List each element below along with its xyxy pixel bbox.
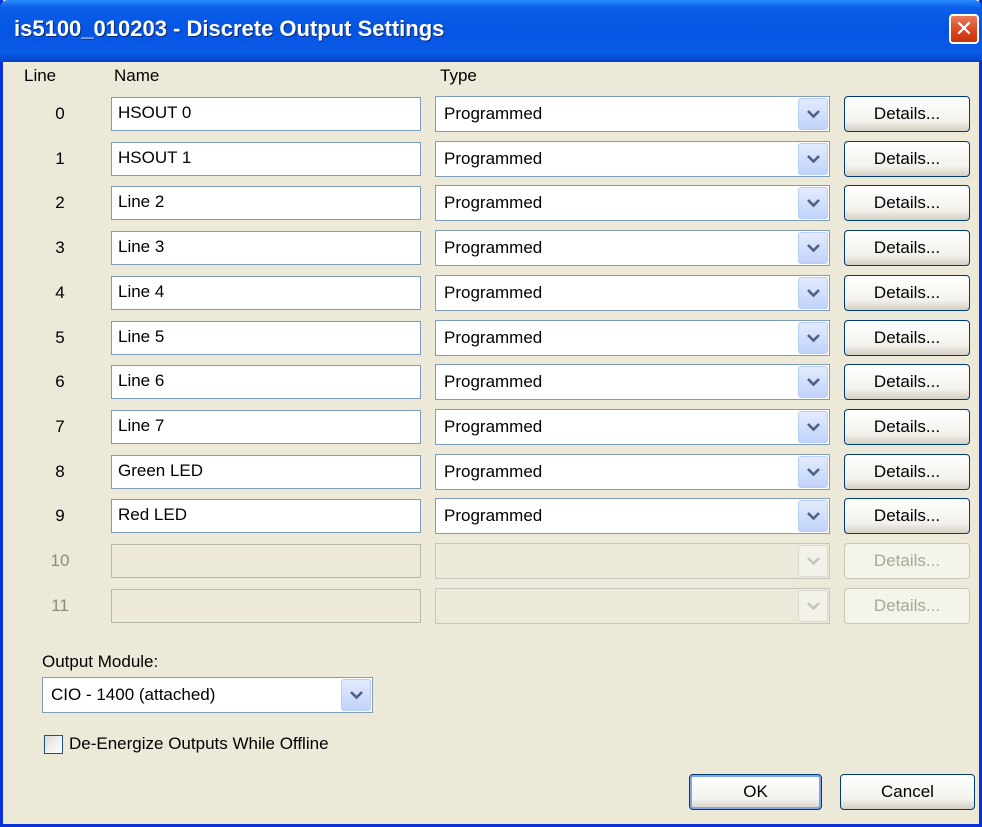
line-number: 3 <box>55 238 65 257</box>
type-column-header: Type <box>440 66 477 85</box>
cancel-button[interactable]: Cancel <box>840 774 975 810</box>
line-name-input[interactable]: Line 5 <box>111 321 421 355</box>
title-bar[interactable]: is5100_010203 - Discrete Output Settings… <box>0 0 982 62</box>
line-number: 4 <box>55 283 65 302</box>
line-name-input[interactable]: Green LED <box>111 455 421 489</box>
line-type-select[interactable]: Programmed <box>435 364 830 400</box>
line-type-select[interactable]: Programmed <box>435 454 830 490</box>
line-number: 10 <box>50 551 70 570</box>
details-button-label: Details... <box>873 193 941 212</box>
line-name-input[interactable]: Line 4 <box>111 276 421 310</box>
details-button-label: Details... <box>873 551 941 570</box>
details-button-label: Details... <box>873 104 941 123</box>
line-number: 2 <box>55 193 65 212</box>
line-type-select <box>435 543 830 579</box>
name-column-header: Name <box>114 66 160 85</box>
chevron-down-icon[interactable] <box>341 679 371 711</box>
chevron-down-icon[interactable] <box>798 187 828 219</box>
chevron-down-icon[interactable] <box>798 322 828 354</box>
line-type-value: Programmed <box>444 506 543 525</box>
line-type-value: Programmed <box>444 104 543 123</box>
details-button[interactable]: Details... <box>844 96 970 132</box>
line-type-value: Programmed <box>444 462 543 481</box>
chevron-down-icon[interactable] <box>798 277 828 309</box>
details-button[interactable]: Details... <box>844 498 970 534</box>
line-type-select[interactable]: Programmed <box>435 498 830 534</box>
line-name-input[interactable]: Line 2 <box>111 186 421 220</box>
chevron-down-icon[interactable] <box>798 411 828 443</box>
line-number: 5 <box>55 328 65 347</box>
details-button-label: Details... <box>873 238 941 257</box>
line-type-value: Programmed <box>444 283 543 302</box>
output-module-select[interactable]: CIO - 1400 (attached) <box>42 677 373 713</box>
line-name-input[interactable]: Line 6 <box>111 365 421 399</box>
line-name-input[interactable]: HSOUT 1 <box>111 142 421 176</box>
line-type-value: Programmed <box>444 372 543 391</box>
line-number: 0 <box>55 104 65 123</box>
line-type-select[interactable]: Programmed <box>435 230 830 266</box>
line-column-header: Line <box>24 66 57 85</box>
chevron-down-icon[interactable] <box>798 232 828 264</box>
dialog-window: is5100_010203 - Discrete Output Settings… <box>0 0 982 827</box>
output-module-label: Output Module: <box>42 652 159 671</box>
chevron-down-icon[interactable] <box>798 143 828 175</box>
details-button-label: Details... <box>873 283 941 302</box>
line-number: 6 <box>55 372 65 391</box>
details-button-label: Details... <box>873 596 941 615</box>
details-button-label: Details... <box>873 462 941 481</box>
line-type-value: Programmed <box>444 149 543 168</box>
details-button: Details... <box>844 588 970 624</box>
details-button-label: Details... <box>873 328 941 347</box>
line-type-select[interactable]: Programmed <box>435 185 830 221</box>
details-button-label: Details... <box>873 372 941 391</box>
details-button[interactable]: Details... <box>844 230 970 266</box>
line-type-value: Programmed <box>444 238 543 257</box>
close-icon[interactable]: ✕ <box>949 14 979 44</box>
line-type-select[interactable]: Programmed <box>435 275 830 311</box>
line-type-value: Programmed <box>444 328 543 347</box>
line-type-select[interactable]: Programmed <box>435 320 830 356</box>
line-name-input[interactable]: Line 3 <box>111 231 421 265</box>
line-number: 1 <box>55 149 65 168</box>
line-type-select[interactable]: Programmed <box>435 141 830 177</box>
details-button[interactable]: Details... <box>844 364 970 400</box>
details-button[interactable]: Details... <box>844 185 970 221</box>
details-button[interactable]: Details... <box>844 141 970 177</box>
details-button-label: Details... <box>873 149 941 168</box>
line-name-input[interactable]: Red LED <box>111 499 421 533</box>
line-number: 11 <box>51 596 69 615</box>
chevron-down-icon[interactable] <box>798 500 828 532</box>
window-title: is5100_010203 - Discrete Output Settings <box>14 16 445 41</box>
ok-button[interactable]: OK <box>689 774 822 810</box>
line-name-input[interactable]: Line 7 <box>111 410 421 444</box>
line-number: 8 <box>55 462 65 481</box>
details-button[interactable]: Details... <box>844 454 970 490</box>
details-button[interactable]: Details... <box>844 275 970 311</box>
line-number: 7 <box>55 417 65 436</box>
line-type-select[interactable]: Programmed <box>435 96 830 132</box>
cancel-button-label: Cancel <box>881 782 934 801</box>
details-button-label: Details... <box>873 506 941 525</box>
chevron-down-icon[interactable] <box>798 366 828 398</box>
line-name-input <box>111 544 421 578</box>
line-type-select[interactable]: Programmed <box>435 409 830 445</box>
chevron-down-icon[interactable] <box>798 456 828 488</box>
de-energize-checkbox[interactable] <box>44 735 63 754</box>
output-module-value: CIO - 1400 (attached) <box>51 685 216 704</box>
details-button[interactable]: Details... <box>844 409 970 445</box>
details-button: Details... <box>844 543 970 579</box>
chevron-down-icon[interactable] <box>798 98 828 130</box>
line-name-input <box>111 589 421 623</box>
line-type-value: Programmed <box>444 417 543 436</box>
line-name-input[interactable]: HSOUT 0 <box>111 97 421 131</box>
chevron-down-icon <box>798 545 828 577</box>
details-button[interactable]: Details... <box>844 320 970 356</box>
line-number: 9 <box>55 506 65 525</box>
chevron-down-icon <box>798 590 828 622</box>
line-type-select <box>435 588 830 624</box>
de-energize-label: De-Energize Outputs While Offline <box>69 734 329 753</box>
details-button-label: Details... <box>873 417 941 436</box>
ok-button-label: OK <box>743 782 768 801</box>
line-type-value: Programmed <box>444 193 543 212</box>
